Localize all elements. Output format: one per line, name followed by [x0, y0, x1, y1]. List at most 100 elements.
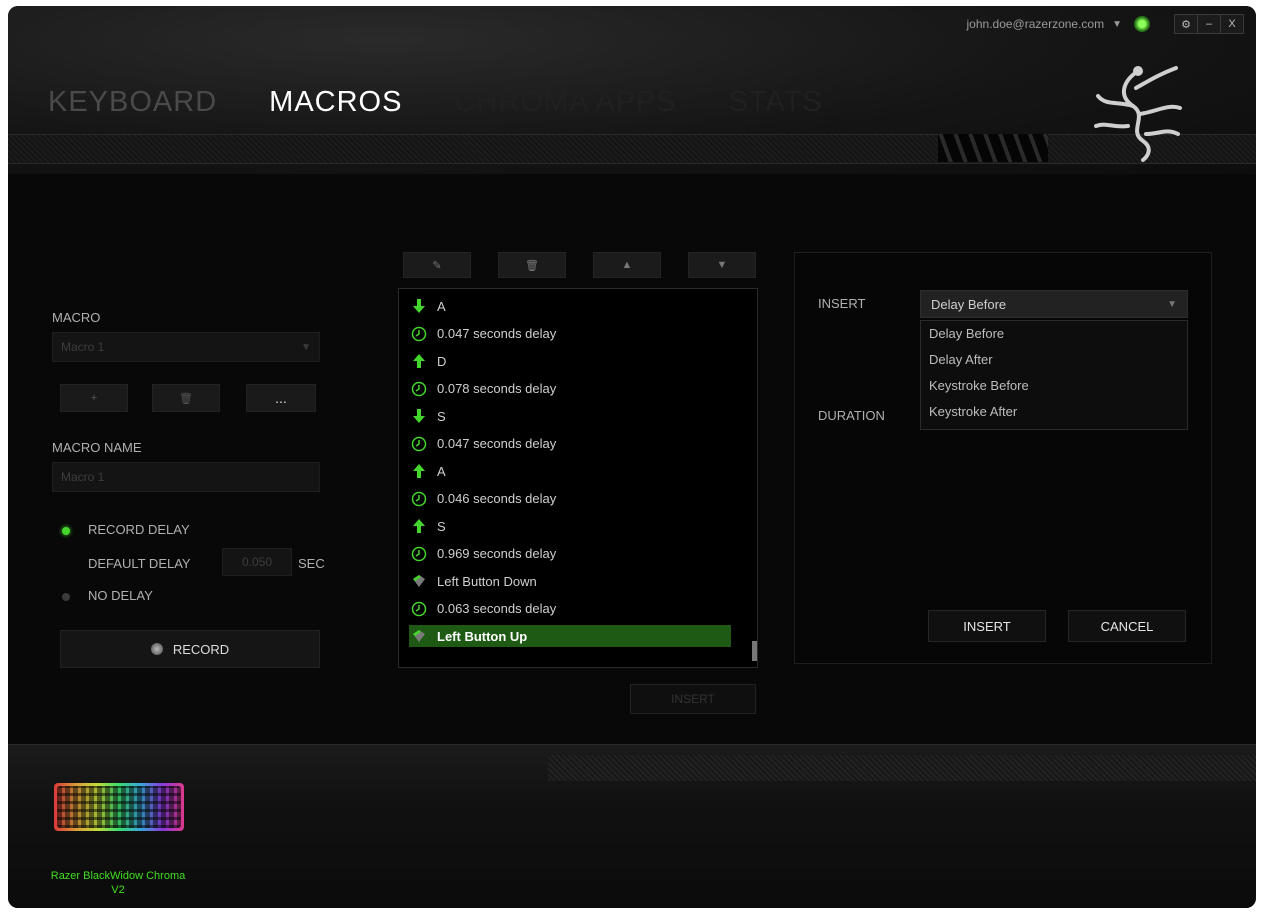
header-stripe-accent: [938, 134, 1048, 162]
option-keystroke-before[interactable]: Keystroke Before: [921, 373, 1187, 399]
panel-cancel-button[interactable]: CANCEL: [1068, 610, 1186, 642]
clock-icon: [411, 326, 427, 342]
list-item-text: 0.063 seconds delay: [437, 601, 557, 616]
device-name: Razer BlackWidow Chroma V2: [50, 870, 186, 896]
list-item[interactable]: 0.969 seconds delay: [411, 543, 556, 565]
synapse-window: john.doe@razerzone.com ▼ ⚙ – X KEYBOARD …: [8, 6, 1256, 908]
duration-label: DURATION: [818, 408, 885, 423]
mouse-icon: [411, 628, 427, 644]
arrow-up-icon: [411, 518, 427, 534]
list-item-text: S: [437, 408, 446, 424]
header-stripe: [8, 134, 1256, 164]
list-item[interactable]: S: [411, 405, 446, 427]
tab-macros[interactable]: MACROS: [269, 86, 402, 119]
list-item[interactable]: 0.063 seconds delay: [411, 598, 556, 620]
clock-icon: [411, 491, 427, 507]
default-delay-label: DEFAULT DELAY: [88, 556, 191, 571]
list-item[interactable]: 0.046 seconds delay: [411, 488, 556, 510]
option-delay-after[interactable]: Delay After: [921, 347, 1187, 373]
clock-icon: [411, 601, 427, 617]
default-delay-input[interactable]: 0.050: [222, 548, 292, 576]
delete-event-button[interactable]: 🗑: [498, 252, 566, 278]
settings-button[interactable]: ⚙: [1175, 15, 1197, 33]
macro-name-input[interactable]: Macro 1: [52, 462, 320, 492]
list-item-text: A: [437, 463, 446, 479]
macro-name-label: MACRO NAME: [52, 440, 142, 455]
option-keystroke-after[interactable]: Keystroke After: [921, 399, 1187, 425]
no-delay-label: NO DELAY: [88, 588, 153, 603]
default-delay-value: 0.050: [241, 555, 273, 569]
list-item[interactable]: A: [411, 295, 446, 317]
record-label: RECORD: [172, 641, 230, 657]
list-item-text: Left Button Up: [437, 628, 528, 644]
list-item[interactable]: Left Button Up: [409, 625, 731, 647]
move-down-button[interactable]: ▼: [688, 252, 756, 278]
insert-type-options: Delay Before Delay After Keystroke Befor…: [920, 320, 1188, 430]
insert-type-dropdown[interactable]: Delay Before ▼: [920, 290, 1188, 318]
arrow-down-icon: [411, 408, 427, 424]
main-nav: KEYBOARD MACROS CHROMA APPS STATS: [48, 86, 823, 119]
list-item[interactable]: 0.047 seconds delay: [411, 323, 556, 345]
record-delay-radio[interactable]: [62, 527, 70, 535]
list-item[interactable]: S: [411, 515, 446, 537]
macro-events-list[interactable]: A 0.047 seconds delay D 0.078 seconds delay…: [398, 288, 758, 668]
topbar: john.doe@razerzone.com ▼ ⚙ – X: [967, 14, 1244, 34]
list-item[interactable]: 0.047 seconds delay: [411, 433, 556, 455]
online-status-icon: [1134, 16, 1150, 32]
list-item-text: A: [437, 298, 446, 314]
window-controls: ⚙ – X: [1174, 14, 1244, 34]
tab-chroma-apps[interactable]: CHROMA APPS: [454, 86, 676, 119]
account-dropdown-icon[interactable]: ▼: [1112, 19, 1122, 30]
chevron-down-icon: ▼: [301, 341, 311, 353]
add-macro-button[interactable]: +: [60, 384, 128, 412]
arrow-up-icon: [411, 463, 427, 479]
tab-stats[interactable]: STATS: [729, 86, 823, 119]
clock-icon: [411, 381, 427, 397]
arrow-up-icon: [411, 353, 427, 369]
record-delay-label: RECORD DELAY: [88, 522, 190, 537]
list-scrollbar[interactable]: [752, 641, 757, 661]
razer-logo-icon: [1094, 66, 1182, 162]
edit-event-button[interactable]: ✎: [403, 252, 471, 278]
list-item-text: S: [437, 518, 446, 534]
list-item[interactable]: Left Button Down: [411, 570, 537, 592]
macro-select-value: Macro 1: [61, 340, 105, 354]
default-delay-unit: SEC: [298, 556, 325, 571]
insert-type-label: INSERT: [818, 296, 866, 311]
insert-event-button[interactable]: INSERT: [630, 684, 756, 714]
account-email[interactable]: john.doe@razerzone.com: [967, 17, 1105, 31]
keyboard-device-image[interactable]: [54, 783, 184, 831]
insert-type-value: Delay Before: [931, 296, 1007, 312]
macro-name-value: Macro 1: [61, 470, 105, 484]
list-item-text: 0.046 seconds delay: [437, 491, 557, 506]
list-item-text: Left Button Down: [437, 573, 537, 589]
list-item-text: 0.969 seconds delay: [437, 546, 557, 561]
more-options-button[interactable]: ...: [246, 384, 316, 412]
arrow-down-icon: [411, 298, 427, 314]
minimize-button[interactable]: –: [1197, 15, 1220, 33]
footer-stripe: [548, 755, 1256, 781]
move-up-button[interactable]: ▲: [593, 252, 661, 278]
tab-keyboard[interactable]: KEYBOARD: [48, 86, 217, 119]
no-delay-radio[interactable]: [62, 593, 70, 601]
delete-macro-button[interactable]: 🗑: [152, 384, 220, 412]
macro-label: MACRO: [52, 310, 101, 325]
macro-select[interactable]: Macro 1 ▼: [52, 332, 320, 362]
close-button[interactable]: X: [1220, 15, 1243, 33]
clock-icon: [411, 546, 427, 562]
footer: Razer BlackWidow Chroma V2: [8, 744, 1256, 908]
option-delay-before[interactable]: Delay Before: [921, 321, 1187, 347]
panel-insert-button[interactable]: INSERT: [928, 610, 1046, 642]
record-button[interactable]: RECORD: [60, 630, 320, 668]
record-icon: [150, 643, 163, 655]
chevron-down-icon: ▼: [1167, 298, 1177, 310]
list-item[interactable]: 0.078 seconds delay: [411, 378, 556, 400]
mouse-icon: [411, 573, 427, 589]
header: john.doe@razerzone.com ▼ ⚙ – X KEYBOARD …: [8, 6, 1256, 174]
list-item[interactable]: D: [411, 350, 446, 372]
list-item-text: D: [437, 353, 447, 369]
list-item-text: 0.078 seconds delay: [437, 381, 557, 396]
list-item[interactable]: A: [411, 460, 446, 482]
list-item-text: 0.047 seconds delay: [437, 436, 557, 451]
list-item-text: 0.047 seconds delay: [437, 326, 557, 341]
